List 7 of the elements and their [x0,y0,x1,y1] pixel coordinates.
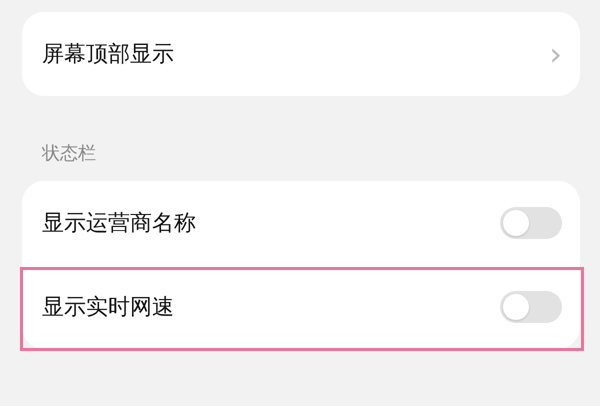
chevron-icon: › [549,38,562,70]
toggle-switch[interactable] [500,207,562,239]
setting-label: 显示实时网速 [42,294,174,322]
toggle-switch[interactable] [500,291,562,323]
setting-label: 显示运营商名称 [42,210,196,238]
setting-label[interactable]: 屏幕顶部显示 [42,38,174,70]
section-title: 状态栏 [40,142,97,166]
